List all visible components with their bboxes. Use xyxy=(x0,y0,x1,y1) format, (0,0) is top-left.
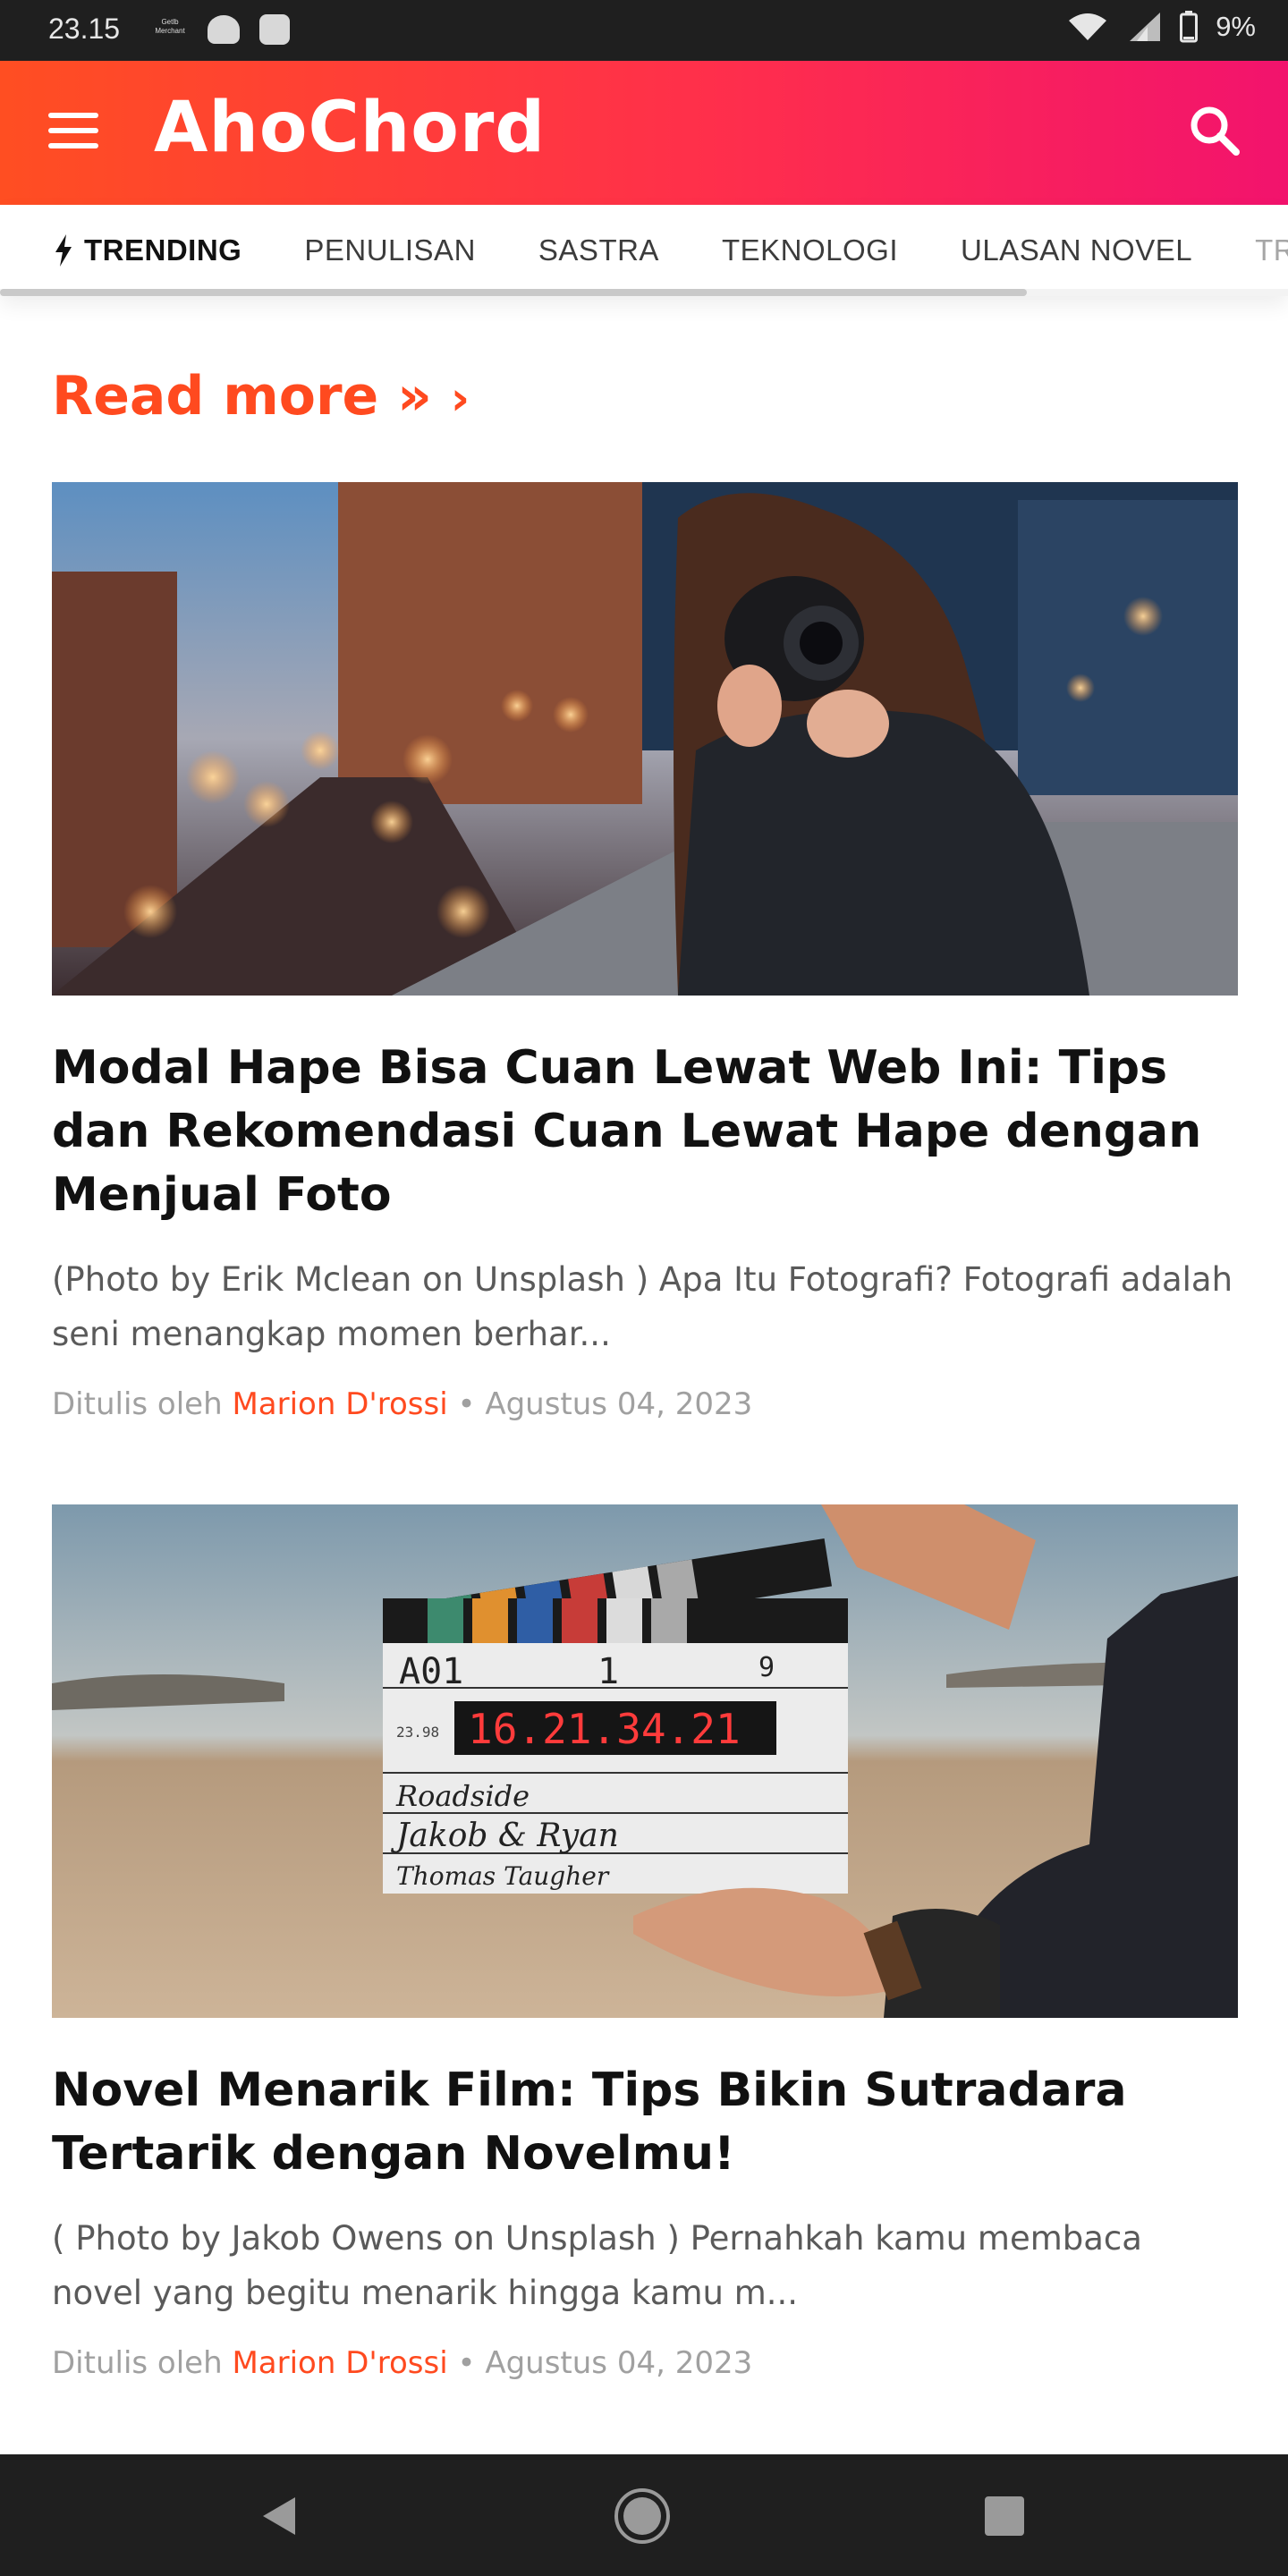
post-excerpt: ( Photo by Jakob Owens on Unsplash ) Per… xyxy=(52,2219,1142,2312)
author-link[interactable]: Marion D'rossi xyxy=(232,2345,447,2381)
nav-item-ulasan-novel[interactable]: ULASAN NOVEL xyxy=(961,233,1192,267)
nav-item-trending[interactable]: TRENDING xyxy=(54,233,242,267)
nav-item-penulisan[interactable]: PENULISAN xyxy=(304,233,476,267)
read-more-link[interactable]: Read more » › xyxy=(52,365,470,428)
wifi-icon xyxy=(1069,13,1107,40)
status-bar: 23.15 Getlb Merchant 9% xyxy=(0,0,1288,61)
app-notification-icon xyxy=(208,15,240,44)
store-notification-icon xyxy=(259,14,290,45)
post-thumbnail-clapperboard[interactable]: A01 1 9 23.98 16.21.34.21 Roadside Jakob… xyxy=(52,1504,1238,2018)
status-time: 23.15 xyxy=(48,13,121,45)
post-thumbnail-photographer[interactable] xyxy=(52,482,1238,996)
nav-item-sastra[interactable]: SASTRA xyxy=(538,233,659,267)
status-right: 9% xyxy=(1067,11,1256,43)
nav-scroll-thumb[interactable] xyxy=(0,289,1027,296)
search-icon[interactable] xyxy=(1184,100,1247,163)
home-icon[interactable] xyxy=(611,2485,674,2547)
author-link[interactable]: Marion D'rossi xyxy=(232,1386,447,1422)
site-header: AhoChord xyxy=(0,61,1288,205)
merchant-app-icon: Getlb Merchant xyxy=(155,18,185,35)
post-title[interactable]: Modal Hape Bisa Cuan Lewat Web Ini: Tips… xyxy=(52,1037,1238,1227)
hamburger-menu-icon[interactable] xyxy=(48,113,100,152)
meta-separator: • xyxy=(457,1386,476,1422)
by-label: Ditulis oleh xyxy=(52,1386,223,1422)
clapper-fps: 23.98 xyxy=(396,1724,439,1741)
back-icon[interactable] xyxy=(249,2485,311,2547)
site-logo[interactable]: AhoChord xyxy=(154,88,546,168)
nav-item-truncated[interactable]: TRA xyxy=(1255,233,1288,267)
lightning-icon xyxy=(55,234,72,267)
battery-icon xyxy=(1180,11,1199,43)
signal-icon xyxy=(1130,13,1161,41)
clapper-roll: 9 xyxy=(758,1652,775,1683)
clapper-timecode: 16.21.34.21 xyxy=(468,1705,741,1753)
clapper-line2: Jakob & Ryan xyxy=(390,1818,619,1854)
clapper-line1: Roadside xyxy=(395,1779,530,1813)
nav-item-label: TRENDING xyxy=(84,233,242,267)
recents-icon[interactable] xyxy=(973,2485,1036,2547)
chevron-right-icon: › xyxy=(450,372,470,426)
by-label: Ditulis oleh xyxy=(52,2345,223,2381)
meta-separator: • xyxy=(457,2345,476,2381)
notification-icons: Getlb Merchant xyxy=(152,13,290,47)
post-card: A01 1 9 23.98 16.21.34.21 Roadside Jakob… xyxy=(52,1504,1238,2381)
post-title[interactable]: Novel Menarik Film: Tips Bikin Sutradara… xyxy=(52,2059,1238,2186)
post-excerpt: (Photo by Erik Mclean on Unsplash ) Apa … xyxy=(52,1260,1233,1353)
clapper-take: 1 xyxy=(597,1651,619,1692)
post-meta: Ditulis oleh Marion D'rossi • Agustus 04… xyxy=(52,2345,1238,2381)
nav-item-teknologi[interactable]: TEKNOLOGI xyxy=(722,233,898,267)
clapper-line3: Thomas Taugher xyxy=(396,1861,610,1891)
battery-percent: 9% xyxy=(1216,11,1256,42)
clapper-scene: A01 xyxy=(399,1651,463,1692)
post-meta: Ditulis oleh Marion D'rossi • Agustus 04… xyxy=(52,1386,1238,1422)
category-nav: TRENDING PENULISAN SASTRA TEKNOLOGI ULAS… xyxy=(0,205,1288,296)
post-card: Modal Hape Bisa Cuan Lewat Web Ini: Tips… xyxy=(52,482,1238,1422)
post-date: Agustus 04, 2023 xyxy=(485,2345,753,2381)
read-more-label: Read more » xyxy=(52,365,432,428)
system-navigation-bar xyxy=(0,2454,1288,2576)
post-date: Agustus 04, 2023 xyxy=(485,1386,753,1422)
